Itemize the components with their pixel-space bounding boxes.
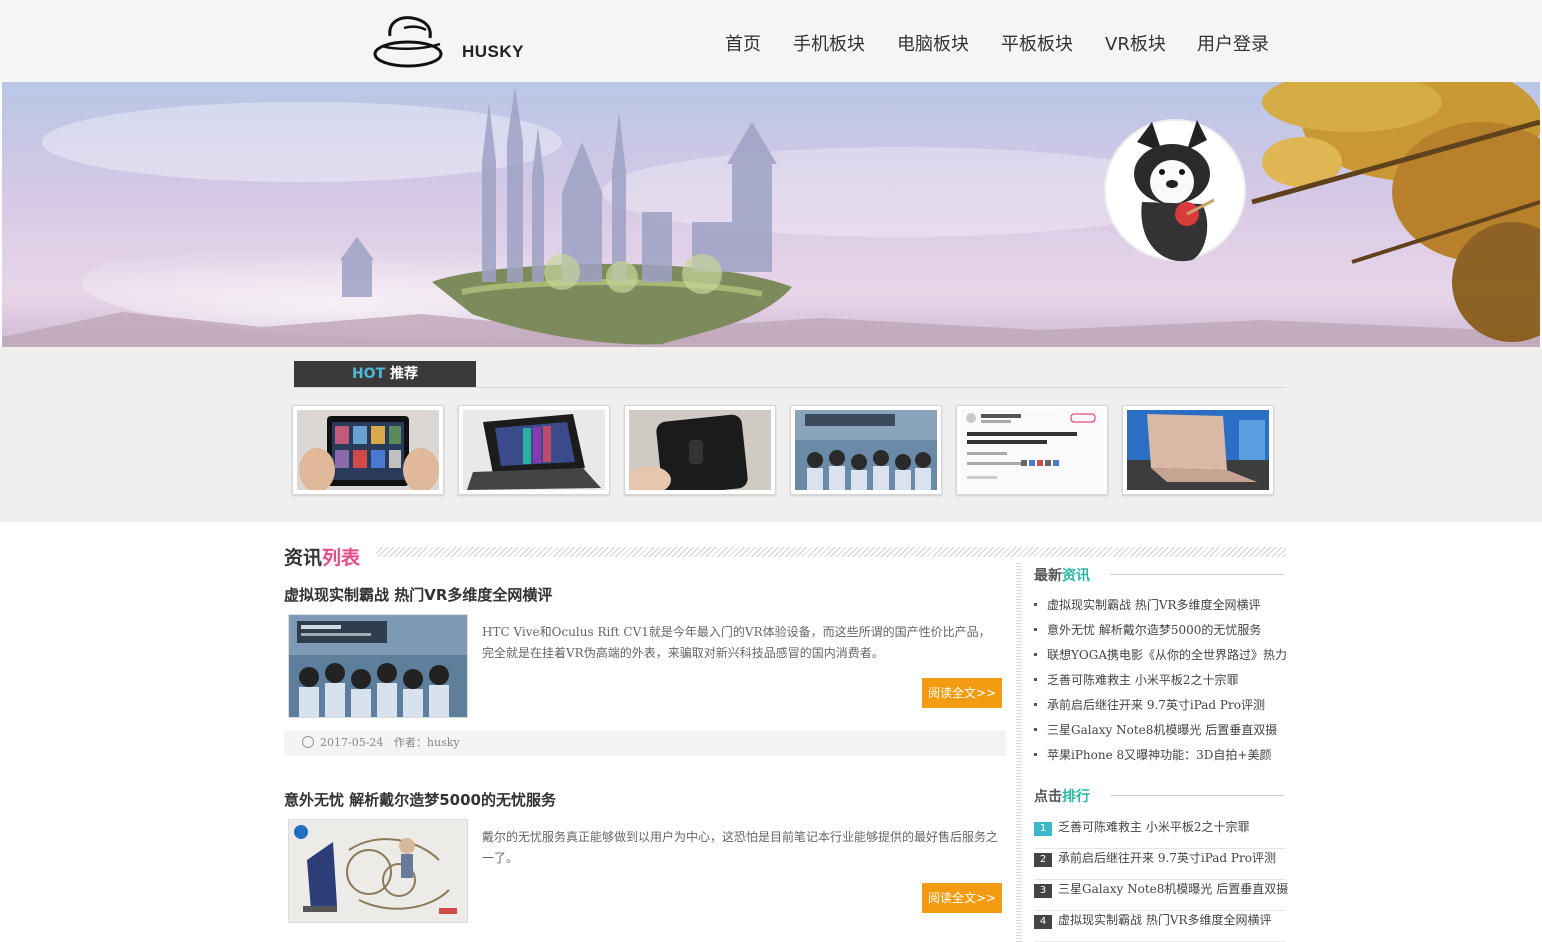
latest-news-item[interactable]: 乏善可陈难救主 小米平板2之十宗罪: [1034, 671, 1238, 688]
hot-thumb-vr-group[interactable]: [790, 405, 942, 495]
latest-news-text: 联想YOGA携电影《从你的全世界路过》热力: [1047, 648, 1288, 662]
bullet-icon: [1034, 703, 1037, 706]
rank-number: 2: [1034, 853, 1052, 867]
latest-news-heading: 最新资讯: [1034, 565, 1090, 585]
latest-news-text: 三星Galaxy Note8机模曝光 后置垂直双摄: [1047, 723, 1278, 737]
husky-avatar: [1104, 119, 1246, 262]
hot-recommend-section: HOT 推荐: [0, 347, 1542, 522]
rank-number: 1: [1034, 822, 1052, 836]
hot-thumb-keyboard-tablet[interactable]: [458, 405, 610, 495]
latest-news-text: 意外无忧 解析戴尔造梦5000的无忧服务: [1047, 623, 1262, 637]
rank-text: 承前启后继往开来 9.7英寸iPad Pro评测: [1058, 851, 1276, 865]
nav-tablet[interactable]: 平板板块: [1001, 30, 1073, 56]
bullet-icon: [1034, 653, 1037, 656]
hot-thumb-tweet[interactable]: [956, 405, 1108, 495]
bullet-icon: [1034, 728, 1037, 731]
nav-phone[interactable]: 手机板块: [793, 30, 865, 56]
thumb-keyboard-tablet-image: [463, 410, 605, 490]
thumb-vr-group-image: [795, 410, 937, 490]
article-title[interactable]: 虚拟现实制霸战 热门VR多维度全网横评: [284, 584, 552, 605]
article-date: 2017-05-24: [320, 736, 384, 749]
latest-news-item[interactable]: 虚拟现实制霸战 热门VR多维度全网横评: [1034, 596, 1261, 613]
hot-tab-hot: HOT: [351, 366, 386, 382]
latest-news-text: 乏善可陈难救主 小米平板2之十宗罪: [1047, 673, 1239, 687]
nav-vr[interactable]: VR板块: [1105, 30, 1166, 56]
logo-text: HUSKY: [462, 42, 525, 61]
site-logo[interactable]: HUSKY: [370, 14, 530, 70]
article-card-1: 虚拟现实制霸战 热门VR多维度全网横评 HTC Vive和Oculus Rift…: [284, 584, 1006, 760]
news-list-title-b: 列表: [322, 547, 361, 569]
banner-illustration: [2, 82, 1540, 347]
latest-news-text: 虚拟现实制霸战 热门VR多维度全网横评: [1047, 598, 1261, 612]
hot-thumb-phone-back[interactable]: [624, 405, 776, 495]
rank-number: 3: [1034, 884, 1052, 898]
article-image[interactable]: [288, 614, 468, 718]
bullet-icon: [1034, 603, 1037, 606]
bullet-icon: [1034, 628, 1037, 631]
latest-news-text: 承前启后继往开来 9.7英寸iPad Pro评测: [1047, 698, 1265, 712]
nav-login[interactable]: 用户登录: [1197, 30, 1269, 56]
read-more-button[interactable]: 阅读全文>>: [922, 883, 1002, 913]
article-meta: 2017-05-24 作者：husky: [284, 730, 1006, 756]
article-summary: 戴尔的无忧服务真正能够做到以用户为中心，这恐怕是目前笔记本行业能够提供的最好售后…: [482, 830, 999, 865]
section-hatch-divider: [376, 547, 1286, 557]
article-author: 作者：husky: [393, 736, 460, 749]
hot-tab-label: 推荐: [385, 366, 419, 382]
ranking-item[interactable]: 3 三星Galaxy Note8机模曝光 后置垂直双摄: [1034, 880, 1289, 911]
hat-logo-icon: [373, 16, 443, 68]
ranking-heading-line: [1110, 795, 1284, 796]
hero-banner: [2, 82, 1540, 347]
hot-thumb-laptop[interactable]: [1122, 405, 1274, 495]
hot-thumb-tablet[interactable]: [292, 405, 444, 495]
ranking-heading-b: 排行: [1062, 789, 1090, 805]
nav-computer[interactable]: 电脑板块: [897, 30, 969, 56]
sidebar-divider: [1016, 562, 1022, 942]
latest-heading-b: 资讯: [1062, 568, 1090, 584]
latest-news-item[interactable]: 联想YOGA携电影《从你的全世界路过》热力: [1034, 646, 1287, 663]
ranking-heading-a: 点击: [1034, 789, 1062, 805]
article-card-2: 意外无忧 解析戴尔造梦5000的无忧服务 戴尔的无忧服务真正能够做到以用户为中心…: [284, 789, 1006, 939]
clock-icon: [302, 736, 314, 748]
latest-news-item[interactable]: 承前启后继往开来 9.7英寸iPad Pro评测: [1034, 696, 1265, 713]
rank-number: 4: [1034, 915, 1052, 929]
latest-news-item[interactable]: 三星Galaxy Note8机模曝光 后置垂直双摄: [1034, 721, 1277, 738]
ranking-item[interactable]: 1 乏善可陈难救主 小米平板2之十宗罪: [1034, 818, 1286, 849]
article-title[interactable]: 意外无忧 解析戴尔造梦5000的无忧服务: [284, 789, 556, 810]
rank-text: 乏善可陈难救主 小米平板2之十宗罪: [1058, 820, 1250, 834]
news-list-title: 资讯列表: [284, 543, 360, 570]
latest-heading-a: 最新: [1034, 568, 1062, 584]
latest-heading-line: [1110, 574, 1284, 575]
thumb-phone-back-image: [629, 410, 771, 490]
hot-tab: HOT 推荐: [294, 361, 476, 387]
site-header: HUSKY 首页 手机板块 电脑板块 平板板块 VR板块 用户登录: [0, 0, 1542, 82]
article-image[interactable]: [288, 819, 468, 923]
hot-divider: [294, 387, 1286, 388]
latest-news-item[interactable]: 意外无忧 解析戴尔造梦5000的无忧服务: [1034, 621, 1261, 638]
read-more-button[interactable]: 阅读全文>>: [922, 678, 1002, 708]
ranking-item[interactable]: 2 承前启后继往开来 9.7英寸iPad Pro评测: [1034, 849, 1286, 880]
rank-text: 虚拟现实制霸战 热门VR多维度全网横评: [1058, 913, 1272, 927]
bullet-icon: [1034, 678, 1037, 681]
article-summary: HTC Vive和Oculus Rift CV1就是今年最入门的VR体验设备，而…: [482, 625, 991, 660]
thumb-tablet-image: [297, 410, 439, 490]
latest-news-text: 苹果iPhone 8又曝神功能：3D自拍+美颜: [1047, 748, 1272, 762]
news-list-title-a: 资讯: [284, 547, 323, 569]
latest-news-item[interactable]: 苹果iPhone 8又曝神功能：3D自拍+美颜: [1034, 746, 1271, 763]
sidebar: 最新资讯 虚拟现实制霸战 热门VR多维度全网横评 意外无忧 解析戴尔造梦5000…: [1016, 562, 1288, 942]
thumb-laptop-image: [1127, 410, 1269, 490]
nav-home[interactable]: 首页: [725, 30, 761, 56]
rank-text: 三星Galaxy Note8机模曝光 后置垂直双摄: [1058, 882, 1289, 896]
bullet-icon: [1034, 753, 1037, 756]
ranking-heading: 点击排行: [1034, 786, 1090, 806]
thumb-tweet-image: [961, 410, 1103, 490]
ranking-item[interactable]: 4 虚拟现实制霸战 热门VR多维度全网横评: [1034, 911, 1286, 942]
article-dell-image: [289, 820, 467, 922]
article-vr-image: [289, 615, 467, 717]
